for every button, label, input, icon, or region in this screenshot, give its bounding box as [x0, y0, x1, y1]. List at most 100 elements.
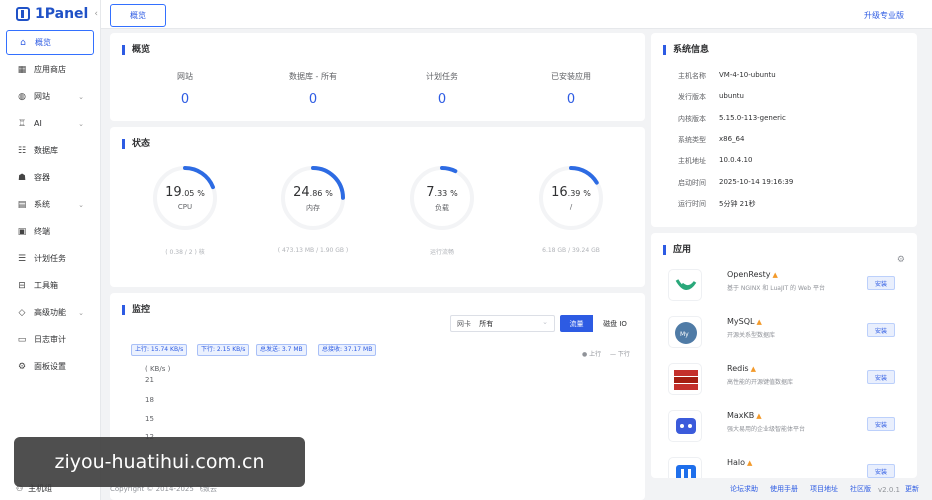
- gauge-value-dec: .86: [309, 189, 323, 198]
- stat-value: 0: [566, 92, 576, 107]
- stat-installed-apps[interactable]: 已安装应用 0: [501, 71, 641, 107]
- app-item[interactable]: Redis ▲ 高性能的开源键值数据库 安装: [668, 360, 905, 400]
- grid-icon: ▦: [17, 64, 27, 75]
- sidebar-item-3[interactable]: ♖ AI ⌄: [6, 111, 94, 136]
- footer-version: v2.0.1: [878, 486, 900, 494]
- sidebar-item-4[interactable]: ☷ 数据库: [6, 138, 94, 163]
- app-icon: [668, 457, 702, 478]
- install-button[interactable]: 安装: [867, 464, 895, 478]
- sidebar-item-6[interactable]: ▤ 系统 ⌄: [6, 192, 94, 217]
- app-name-row: MySQL ▲: [727, 317, 762, 326]
- traffic-button[interactable]: 流量: [560, 315, 593, 332]
- tab-overview[interactable]: 概览: [110, 4, 166, 27]
- sidebar-item-9[interactable]: ⊟ 工具箱: [6, 273, 94, 298]
- robot-icon: ♖: [17, 118, 27, 129]
- sidebar-item-label: AI: [34, 119, 42, 128]
- app-name-row: Redis ▲: [727, 364, 756, 373]
- chevron-down-icon: ⌄: [78, 200, 84, 209]
- install-button[interactable]: 安装: [867, 370, 895, 384]
- gear-icon[interactable]: ⚙: [897, 255, 905, 265]
- sidebar-item-12[interactable]: ⚙ 面板设置: [6, 354, 94, 379]
- apps-card: 应用 ⚙ OpenResty ▲ 基于 NGINX 和 LuaJIT 的 Web 平…: [651, 233, 917, 478]
- sidebar-item-10[interactable]: ◇ 高级功能 ⌄: [6, 300, 94, 325]
- app-name: Redis: [727, 364, 749, 373]
- mysql-icon: My: [675, 322, 697, 344]
- app-item[interactable]: My MySQL ▲ 开源关系型数据库 安装: [668, 313, 905, 353]
- stat-cronjobs[interactable]: 计划任务 0: [372, 71, 512, 107]
- sidebar-item-label: 工具箱: [34, 281, 58, 290]
- svg-text:My: My: [680, 331, 689, 338]
- sysinfo-key: 启动时间: [678, 178, 706, 187]
- sysinfo-key: 发行版本: [678, 93, 706, 102]
- stat-label: 网站: [177, 72, 193, 81]
- sidebar-item-5[interactable]: ☗ 容器: [6, 165, 94, 190]
- top-bar: 概览 升级专业版: [101, 0, 932, 29]
- tag-upload-rate: 上行: 15.74 KB/s: [131, 344, 188, 356]
- gauge-value-dec: .05: [181, 189, 195, 198]
- stat-value: 0: [308, 92, 318, 107]
- sysinfo-row: 运行时间 5分钟 21秒: [678, 199, 756, 209]
- stat-websites[interactable]: 网站 0: [115, 71, 255, 107]
- chevron-down-icon: ⌄: [78, 119, 84, 128]
- collapse-icon[interactable]: ‹: [94, 9, 98, 19]
- overview-card: 概览 网站 0 数据库 - 所有 0 计划任务 0 已安装应用 0: [110, 33, 645, 121]
- sidebar-item-1[interactable]: ▦ 应用商店: [6, 57, 94, 82]
- stat-databases[interactable]: 数据库 - 所有 0: [243, 71, 383, 107]
- log-icon: ▭: [17, 334, 27, 345]
- tag-download-rate: 下行: 2.15 KB/s: [197, 344, 250, 356]
- sidebar-item-label: 概览: [35, 38, 51, 47]
- hot-icon: ▲: [750, 365, 756, 373]
- sidebar-item-label: 高级功能: [34, 308, 66, 317]
- sidebar-item-0[interactable]: ⌂ 概览: [6, 30, 94, 55]
- gauge-label: CPU: [177, 203, 193, 211]
- upgrade-link[interactable]: 升级专业版: [864, 10, 904, 21]
- install-button[interactable]: 安装: [867, 417, 895, 431]
- sysinfo-row: 发行版本 ubuntu: [678, 92, 744, 102]
- install-button[interactable]: 安装: [867, 276, 895, 290]
- legend-up[interactable]: ● 上行: [582, 349, 601, 358]
- sysinfo-value: ubuntu: [719, 92, 744, 101]
- sidebar-item-11[interactable]: ▭ 日志审计: [6, 327, 94, 352]
- app-desc: 基于 NGINX 和 LuaJIT 的 Web 平台: [727, 285, 825, 292]
- watermark-overlay: ziyou-huatihui.com.cn: [14, 437, 305, 487]
- sysinfo-row: 主机地址 10.0.4.10: [678, 156, 752, 166]
- app-desc: 高性能的开源键值数据库: [727, 379, 794, 386]
- app-icon: [668, 269, 702, 301]
- app-item[interactable]: Halo ▲ 安装: [668, 454, 905, 478]
- diamond-icon: ◇: [18, 307, 26, 318]
- sidebar: 1Panel ‹ ⌂ 概览 ▦ 应用商店 ◍ 网站 ⌄ ♖ AI ⌄ ☷ 数据库 ☗ 容器 ▤ 系统 ⌄ ▣ 终端 ☰…: [0, 0, 101, 500]
- footer-link-manual[interactable]: 使用手册: [770, 484, 798, 494]
- gauge-value-dec: .39: [567, 189, 581, 198]
- terminal-icon: ▣: [17, 226, 27, 237]
- footer-link-project[interactable]: 项目地址: [810, 484, 838, 494]
- legend-up-label: 上行: [589, 351, 602, 358]
- nic-select[interactable]: 网卡 所有 ⌄: [450, 315, 555, 332]
- disk-io-button[interactable]: 磁盘 IO: [595, 315, 635, 332]
- stat-value: 0: [180, 92, 190, 107]
- sidebar-item-label: 计划任务: [34, 254, 66, 263]
- sidebar-item-7[interactable]: ▣ 终端: [6, 219, 94, 244]
- system-icon: ▤: [17, 199, 27, 210]
- gauge-detail: 6.18 GB / 39.24 GB: [542, 247, 600, 254]
- sysinfo-value: 5.15.0-113-generic: [719, 113, 786, 122]
- sysinfo-key: 运行时间: [678, 199, 706, 208]
- app-item[interactable]: MaxKB ▲ 强大易用的企业级智能体平台 安装: [668, 407, 905, 447]
- gauge-detail: 运行流畅: [429, 249, 454, 256]
- sysinfo-value: VM-4-10-ubuntu: [719, 71, 776, 79]
- install-button[interactable]: 安装: [867, 323, 895, 337]
- sysinfo-row: 内核版本 5.15.0-113-generic: [678, 114, 786, 124]
- footer-link-forum[interactable]: 论坛求助: [730, 484, 758, 494]
- stat-label: 已安装应用: [551, 72, 591, 81]
- app-name-row: OpenResty ▲: [727, 270, 778, 279]
- legend-down[interactable]: — 下行: [610, 349, 630, 358]
- app-item[interactable]: OpenResty ▲ 基于 NGINX 和 LuaJIT 的 Web 平台 安装: [668, 266, 905, 306]
- sidebar-item-label: 日志审计: [34, 335, 66, 344]
- sidebar-item-2[interactable]: ◍ 网站 ⌄: [6, 84, 94, 109]
- database-icon: ☷: [17, 145, 27, 156]
- footer-update-link[interactable]: 更新: [905, 484, 919, 494]
- sysinfo-value: 2025-10-14 19:16:39: [719, 177, 794, 186]
- sysinfo-value: 5分钟 21秒: [719, 199, 756, 208]
- app-logo[interactable]: 1Panel ‹: [0, 0, 100, 28]
- nic-label: 网卡: [457, 320, 471, 328]
- sidebar-item-8[interactable]: ☰ 计划任务: [6, 246, 94, 271]
